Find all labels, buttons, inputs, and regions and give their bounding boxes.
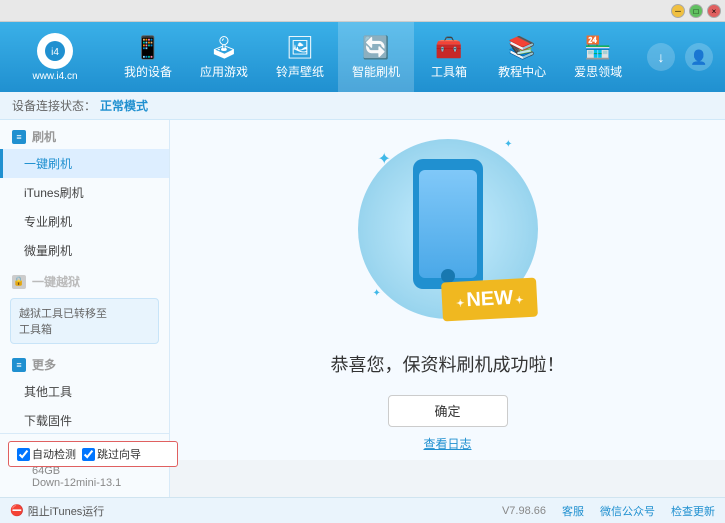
nav-right: ↓ 👤 <box>647 43 725 71</box>
jailbreak-section-icon: 🔒 <box>12 275 26 289</box>
nav-apps-games[interactable]: 🕹 应用游戏 <box>186 22 262 92</box>
nav-toolbox[interactable]: 🧰 工具箱 <box>414 22 484 92</box>
nav-tutorial-label: 教程中心 <box>498 63 546 80</box>
itunes-flash-label: iTunes刷机 <box>24 186 84 200</box>
status-bar: 设备连接状态： 正常模式 <box>0 92 725 120</box>
log-link[interactable]: 查看日志 <box>423 435 471 452</box>
minimize-button[interactable]: － <box>671 4 685 18</box>
footer-bar: ⛔ 阻止iTunes运行 V7.98.66 客服 微信公众号 检查更新 <box>0 497 725 523</box>
status-label: 设备连接状态： <box>12 97 96 114</box>
content-area: ✦ ✦ ✦ NEW 恭喜您，保资料刷机成功啦！ 确定 查看日志 <box>170 120 725 460</box>
device-version: Down-12mini-13.1 <box>10 477 159 489</box>
checkbox-container: 自动检测 跳过向导 <box>8 441 178 467</box>
user-button[interactable]: 👤 <box>685 43 713 71</box>
header: i4 www.i4.cn 📱 我的设备 🕹 应用游戏 🖼 铃声壁纸 🔄 智能刷机… <box>0 22 725 92</box>
sidebar: ≡ 刷机 一键刷机 iTunes刷机 专业刷机 微量刷机 🔒 一键越狱 越狱工具… <box>0 120 170 460</box>
sidebar-section-more: ≡ 更多 <box>0 348 169 377</box>
new-badge: NEW <box>441 277 538 321</box>
phone-shape <box>413 159 483 289</box>
logo-text: www.i4.cn <box>32 71 77 82</box>
nav-my-device[interactable]: 📱 我的设备 <box>110 22 186 92</box>
stop-icon: ⛔ <box>10 504 24 517</box>
toolbox-icon: 🧰 <box>435 35 462 61</box>
sidebar-item-micro-flash[interactable]: 微量刷机 <box>0 236 169 265</box>
flash-section-title: 刷机 <box>32 128 56 145</box>
auto-detect-label[interactable]: 自动检测 <box>17 446 76 462</box>
sidebar-item-other-tools[interactable]: 其他工具 <box>0 377 169 406</box>
micro-flash-label: 微量刷机 <box>24 244 72 258</box>
nav-think-store[interactable]: 🏪 爱思领域 <box>560 22 636 92</box>
download-button[interactable]: ↓ <box>647 43 675 71</box>
footer-right: V7.98.66 客服 微信公众号 检查更新 <box>180 503 715 519</box>
nav-think-store-label: 爱思领域 <box>574 63 622 80</box>
nav-ringtone[interactable]: 🖼 铃声壁纸 <box>262 22 338 92</box>
nav-ringtone-label: 铃声壁纸 <box>276 63 324 80</box>
apps-games-icon: 🕹 <box>210 35 238 61</box>
sparkle-3: ✦ <box>373 288 381 299</box>
sidebar-item-pro-flash[interactable]: 专业刷机 <box>0 207 169 236</box>
main-layout: ≡ 刷机 一键刷机 iTunes刷机 专业刷机 微量刷机 🔒 一键越狱 越狱工具… <box>0 120 725 460</box>
nav-smart-flash-label: 智能刷机 <box>352 63 400 80</box>
tutorial-icon: 📚 <box>508 35 535 61</box>
phone-button <box>441 269 455 283</box>
svg-text:i4: i4 <box>51 47 59 58</box>
sidebar-item-one-key-flash[interactable]: 一键刷机 <box>0 149 169 178</box>
skip-wizard-label[interactable]: 跳过向导 <box>82 446 141 462</box>
nav-tutorial[interactable]: 📚 教程中心 <box>484 22 560 92</box>
sparkle-1: ✦ <box>378 149 391 169</box>
itunes-status: ⛔ 阻止iTunes运行 <box>10 503 180 519</box>
auto-detect-text: 自动检测 <box>32 446 76 462</box>
status-value: 正常模式 <box>100 97 148 114</box>
jailbreak-note: 越狱工具已转移至工具箱 <box>10 298 159 344</box>
title-bar: － □ × <box>0 0 725 22</box>
logo-icon: i4 <box>37 33 73 69</box>
success-text: 恭喜您，保资料刷机成功啦！ <box>331 351 565 377</box>
nav-items: 📱 我的设备 🕹 应用游戏 🖼 铃声壁纸 🔄 智能刷机 🧰 工具箱 📚 教程中心… <box>110 22 647 92</box>
footer-version: V7.98.66 <box>502 505 546 517</box>
maximize-button[interactable]: □ <box>689 4 703 18</box>
sidebar-item-download-firmware[interactable]: 下载固件 <box>0 406 169 435</box>
ringtone-icon: 🖼 <box>286 35 314 61</box>
auto-detect-checkbox[interactable] <box>17 448 30 461</box>
nav-smart-flash[interactable]: 🔄 智能刷机 <box>338 22 414 92</box>
sidebar-section-jailbreak: 🔒 一键越狱 <box>0 265 169 294</box>
skip-wizard-text: 跳过向导 <box>97 446 141 462</box>
skip-wizard-checkbox[interactable] <box>82 448 95 461</box>
sparkle-2: ✦ <box>504 139 512 150</box>
close-button[interactable]: × <box>707 4 721 18</box>
jailbreak-section-title: 一键越狱 <box>32 273 80 290</box>
customer-service-link[interactable]: 客服 <box>562 503 584 519</box>
smart-flash-icon: 🔄 <box>362 35 389 61</box>
think-store-icon: 🏪 <box>584 35 611 61</box>
my-device-icon: 📱 <box>134 35 161 61</box>
more-section-title: 更多 <box>32 356 56 373</box>
flash-section-icon: ≡ <box>12 130 26 144</box>
check-update-link[interactable]: 检查更新 <box>671 503 715 519</box>
other-tools-label: 其他工具 <box>24 385 72 399</box>
itunes-status-text: 阻止iTunes运行 <box>28 503 105 519</box>
phone-screen <box>419 170 477 278</box>
wechat-link[interactable]: 微信公众号 <box>600 503 655 519</box>
nav-toolbox-label: 工具箱 <box>431 63 467 80</box>
sidebar-item-itunes-flash[interactable]: iTunes刷机 <box>0 178 169 207</box>
nav-my-device-label: 我的设备 <box>124 63 172 80</box>
jailbreak-note-text: 越狱工具已转移至工具箱 <box>19 308 107 336</box>
more-section-icon: ≡ <box>12 358 26 372</box>
illustration: ✦ ✦ ✦ NEW <box>348 129 548 339</box>
pro-flash-label: 专业刷机 <box>24 215 72 229</box>
nav-apps-games-label: 应用游戏 <box>200 63 248 80</box>
one-key-flash-label: 一键刷机 <box>24 157 72 171</box>
sidebar-section-flash: ≡ 刷机 <box>0 120 169 149</box>
download-firmware-label: 下载固件 <box>24 414 72 428</box>
logo-area: i4 www.i4.cn <box>0 33 110 82</box>
confirm-button[interactable]: 确定 <box>388 395 508 427</box>
